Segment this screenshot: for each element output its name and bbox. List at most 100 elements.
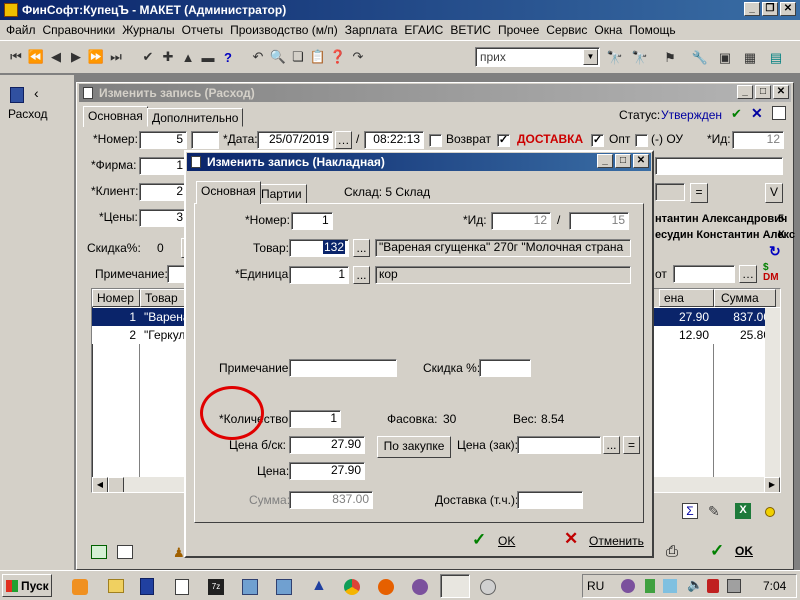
outer-right-field-2[interactable] (655, 183, 685, 201)
inner-cancel-button[interactable]: Отменить (589, 534, 644, 548)
remove-icon[interactable]: ▬ (198, 47, 218, 67)
tray-icon[interactable] (645, 579, 655, 593)
book-icon[interactable] (140, 578, 154, 595)
maximize-icon[interactable]: □ (615, 154, 631, 168)
language-indicator[interactable]: RU (587, 579, 604, 593)
col-header-tovar[interactable]: Товар (140, 289, 190, 307)
by-purchase-button[interactable]: По закупке (377, 436, 451, 458)
clock[interactable]: 7:04 (763, 579, 786, 593)
menu-windows[interactable]: Окна (594, 23, 622, 37)
menu-egais[interactable]: ЕГАИС (404, 23, 443, 37)
vertical-scrollbar[interactable] (765, 308, 780, 478)
up-icon[interactable]: ▲ (178, 47, 198, 67)
cancel-status-icon[interactable]: ✕ (751, 105, 763, 122)
chevron-left-icon[interactable]: ‹ (34, 85, 39, 101)
next-page-icon[interactable]: ⏩ (86, 47, 106, 67)
excel-icon[interactable]: X (735, 503, 751, 519)
document-icon[interactable] (10, 87, 24, 103)
window-icon[interactable]: ▣ (715, 48, 735, 68)
equals-button[interactable]: = (690, 183, 708, 203)
maximize-icon[interactable]: □ (755, 85, 771, 99)
purchase-price-field[interactable] (517, 436, 601, 454)
docs-icon[interactable] (175, 579, 189, 595)
tray-icon[interactable] (663, 579, 677, 593)
delivery-incl-field[interactable] (517, 491, 583, 509)
approve-icon[interactable]: ✔ (731, 106, 742, 122)
outer-right-field-1[interactable] (655, 157, 783, 175)
person-icon[interactable]: ♟ (173, 545, 185, 561)
inner-id-field[interactable]: 12 (491, 212, 551, 230)
col-header-sum[interactable]: Сумма (714, 289, 776, 307)
chevron-down-icon[interactable]: ▼ (583, 49, 598, 65)
tab-additional[interactable]: Дополнительно (147, 108, 244, 127)
col-header-price[interactable]: ена (659, 289, 714, 307)
layout-icon[interactable] (91, 545, 107, 559)
menu-service[interactable]: Сервис (546, 23, 587, 37)
menu-reports[interactable]: Отчеты (182, 23, 223, 37)
firefox-icon[interactable] (378, 579, 394, 595)
return-checkbox[interactable] (429, 134, 442, 147)
copy-icon[interactable]: ❏ (288, 47, 308, 67)
paste-icon[interactable]: 📋 (308, 47, 328, 67)
menu-journals[interactable]: Журналы (122, 23, 174, 37)
folder-icon[interactable] (108, 579, 124, 593)
first-record-icon[interactable]: ⏮ (6, 47, 26, 67)
archive-icon[interactable]: 7z (208, 579, 224, 595)
outer-ok-button[interactable]: OK (735, 544, 753, 558)
wholesale-checkbox[interactable]: ✓ (591, 134, 604, 147)
inner-note-field[interactable] (289, 359, 397, 377)
outer-nomer-suffix-field[interactable] (191, 131, 219, 149)
scroll-right-icon[interactable]: ▶ (764, 477, 780, 492)
inner-nomer-field[interactable]: 1 (291, 212, 333, 230)
cancel-icon[interactable]: ✕ (564, 529, 578, 549)
menu-other[interactable]: Прочее (498, 23, 539, 37)
close-icon[interactable]: ✕ (780, 2, 796, 16)
product-picker-button[interactable]: ... (353, 239, 370, 257)
scroll-thumb[interactable] (108, 477, 124, 492)
app-icon-1[interactable] (242, 579, 258, 595)
sum-icon[interactable]: Σ (682, 503, 698, 519)
undo-icon[interactable]: ↶ (248, 47, 268, 67)
edit-icon[interactable]: ✎ (708, 503, 720, 520)
outer-time-field[interactable]: 08:22:13 (364, 131, 424, 149)
find-icon[interactable]: 🔭 (605, 48, 625, 68)
printer-icon[interactable]: ⎙ (666, 543, 678, 560)
circle-icon[interactable] (765, 507, 775, 517)
quantity-field[interactable]: 1 (289, 410, 341, 428)
close-icon[interactable]: ✕ (633, 154, 649, 168)
inner-discount-field[interactable] (479, 359, 531, 377)
ok-check-icon[interactable]: ✓ (472, 530, 486, 550)
unit-field[interactable]: 1 (289, 266, 349, 284)
tab-main[interactable]: Основная (83, 106, 148, 127)
menu-vetis[interactable]: ВЕТИС (450, 23, 491, 37)
viber-icon[interactable] (412, 579, 428, 595)
outer-date-field[interactable]: 25/07/2019 (257, 131, 333, 149)
menu-file[interactable]: Файл (6, 23, 36, 37)
table-icon[interactable] (772, 106, 786, 120)
price-no-discount-field[interactable]: 27.90 (289, 436, 365, 454)
prev-page-icon[interactable]: ⏪ (26, 47, 46, 67)
purchase-price-picker-button[interactable]: ... (603, 436, 620, 454)
confirm-icon[interactable]: ✔ (138, 47, 158, 67)
delivery-checkbox[interactable]: ✓ (497, 134, 510, 147)
product-code-field[interactable]: 132 (289, 239, 349, 257)
inner-ok-button[interactable]: OK (498, 534, 515, 548)
next-record-icon[interactable]: ▶ (66, 47, 86, 67)
last-record-icon[interactable]: ⏭ (106, 47, 126, 67)
unit-picker-button[interactable]: ... (353, 266, 370, 284)
v-button[interactable]: V (765, 183, 783, 203)
triangle-icon[interactable]: ▲ (311, 577, 327, 595)
chrome-icon[interactable] (344, 579, 360, 595)
client-field[interactable]: 2 (139, 183, 187, 201)
col-header-nomer[interactable]: Номер (92, 289, 140, 307)
help-icon[interactable]: ? (218, 47, 238, 67)
purchase-price-equals-button[interactable]: = (623, 436, 640, 454)
toolbar-combo[interactable]: прих ▼ (475, 47, 600, 67)
windows-icon[interactable]: ▦ (740, 48, 760, 68)
menu-help[interactable]: Помощь (629, 23, 675, 37)
outer-id-field[interactable]: 12 (732, 131, 784, 149)
ok-check-icon[interactable]: ✓ (710, 541, 724, 561)
date-picker-button[interactable]: … (335, 131, 352, 149)
viber-tray-icon[interactable] (621, 579, 635, 593)
start-button[interactable]: Пуск (2, 574, 52, 597)
